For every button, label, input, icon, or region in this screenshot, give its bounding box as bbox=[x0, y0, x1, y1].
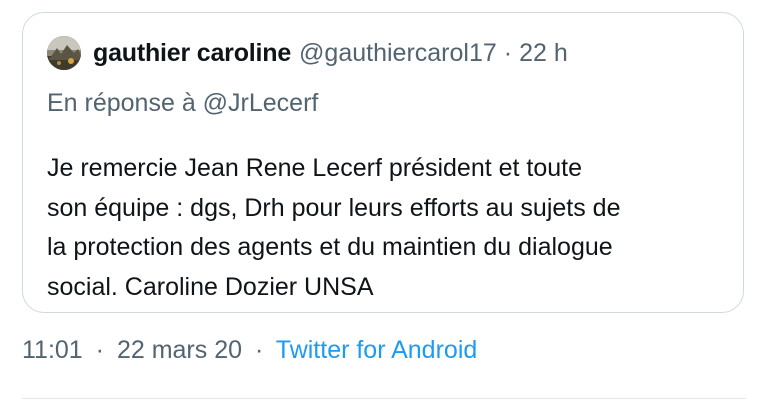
reply-prefix: En réponse à bbox=[47, 89, 196, 117]
tweet-relative-time[interactable]: 22 h bbox=[519, 39, 568, 68]
header-separator: · bbox=[503, 38, 513, 67]
tweet-date[interactable]: 22 mars 20 bbox=[117, 336, 242, 364]
tweet-text-line: social. Caroline Dozier UNSA bbox=[47, 272, 374, 301]
author-handle[interactable]: @gauthiercarol17 bbox=[299, 39, 497, 68]
tweet-metadata: 11:01 · 22 mars 20 · Twitter for Android bbox=[22, 336, 477, 365]
reply-context: En réponse à @JrLecerf bbox=[47, 89, 318, 118]
tweet-time[interactable]: 11:01 bbox=[22, 336, 83, 364]
tweet-text-line: son équipe : dgs, Drh pour leurs efforts… bbox=[47, 193, 621, 222]
meta-separator: · bbox=[254, 336, 264, 364]
meta-separator: · bbox=[95, 336, 104, 364]
tweet-text: Je remercie Jean Rene Lecerf président e… bbox=[47, 149, 737, 307]
reply-mention-link[interactable]: @JrLecerf bbox=[203, 89, 319, 117]
tweet-source-link[interactable]: Twitter for Android bbox=[276, 336, 477, 364]
user-avatar[interactable] bbox=[47, 36, 81, 70]
avatar-photo-icon bbox=[47, 36, 81, 70]
divider bbox=[22, 398, 746, 399]
quoted-tweet-card[interactable]: gauthier caroline @gauthiercarol17 · 22 … bbox=[22, 12, 744, 313]
quoted-tweet-header: gauthier caroline @gauthiercarol17 · 22 … bbox=[47, 35, 568, 71]
tweet-text-line: Je remercie Jean Rene Lecerf président e… bbox=[47, 154, 583, 182]
tweet-text-line: la protection des agents et du maintien … bbox=[47, 233, 613, 261]
author-display-name[interactable]: gauthier caroline bbox=[93, 39, 291, 68]
tweet-detail-view: gauthier caroline @gauthiercarol17 · 22 … bbox=[0, 0, 768, 403]
